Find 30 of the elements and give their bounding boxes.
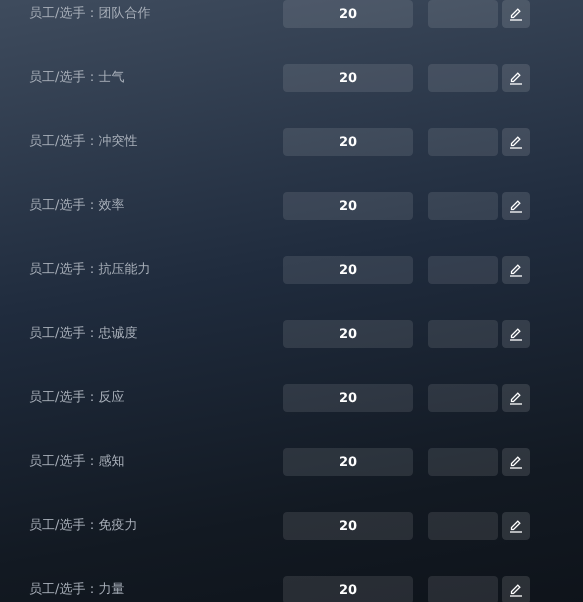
pencil-icon [509, 199, 523, 213]
edit-button[interactable] [502, 192, 530, 220]
edit-button[interactable] [502, 512, 530, 540]
field-label: 员工/选手：抗压能力 [29, 261, 152, 279]
edit-button[interactable] [502, 384, 530, 412]
pencil-icon [509, 7, 523, 21]
pencil-icon [509, 71, 523, 85]
field-label: 员工/选手：感知 [29, 453, 126, 471]
field-label: 员工/选手：团队合作 [29, 5, 152, 23]
field-label: 员工/选手：冲突性 [29, 133, 138, 151]
pencil-icon [509, 391, 523, 405]
field-label: 员工/选手：士气 [29, 69, 126, 87]
edit-button[interactable] [502, 128, 530, 156]
edit-button[interactable] [502, 64, 530, 92]
edit-button[interactable] [502, 448, 530, 476]
pencil-icon [509, 263, 523, 277]
edit-button[interactable] [502, 256, 530, 284]
edit-button[interactable] [502, 320, 530, 348]
field-label: 员工/选手：免疫力 [29, 517, 138, 535]
pencil-icon [509, 135, 523, 149]
field-label: 员工/选手：反应 [29, 389, 126, 407]
pencil-icon [509, 519, 523, 533]
pencil-icon [509, 455, 523, 469]
field-label: 员工/选手：效率 [29, 197, 126, 215]
edit-button[interactable] [502, 0, 530, 28]
field-label: 员工/选手：力量 [29, 581, 126, 599]
pencil-icon [509, 583, 523, 597]
edit-button[interactable] [502, 576, 530, 602]
field-label: 员工/选手：忠诚度 [29, 325, 138, 343]
pencil-icon [509, 327, 523, 341]
